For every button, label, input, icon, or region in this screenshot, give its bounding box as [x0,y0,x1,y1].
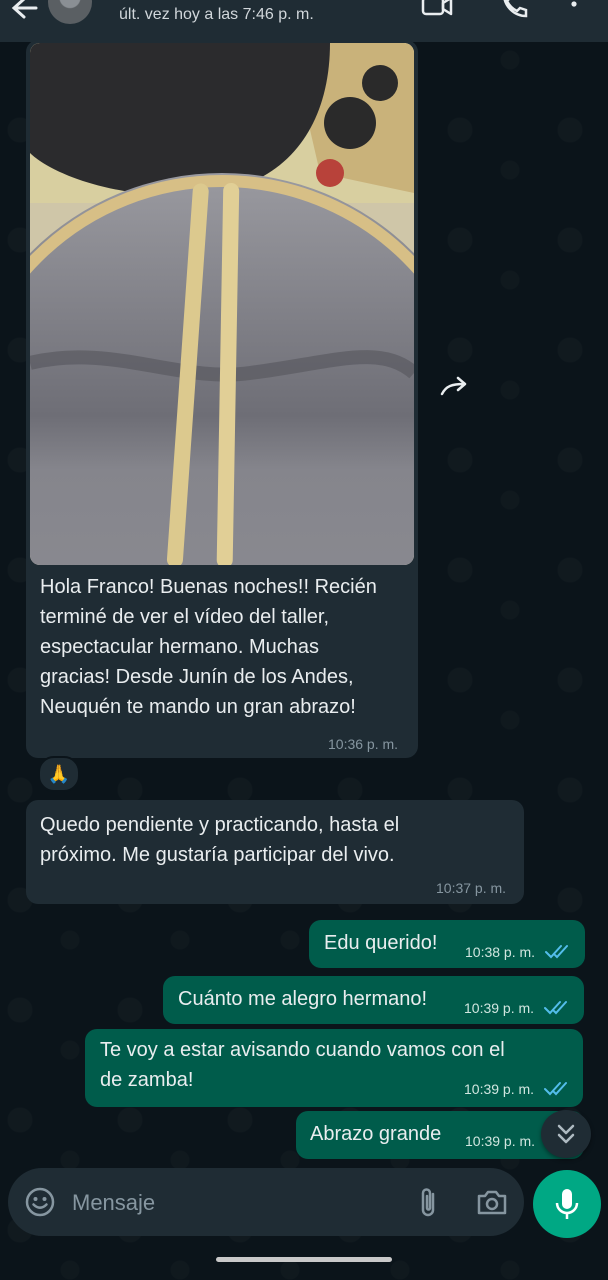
voice-message-button[interactable] [533,1170,601,1238]
message-composer [8,1168,524,1236]
camera-icon[interactable] [476,1188,508,1216]
drum-photo-illustration [30,43,414,565]
message-time: 10:36 p. m. [328,736,399,752]
message-time: 10:39 p. m. [464,1000,535,1016]
phone-icon[interactable] [498,0,530,18]
last-seen-status[interactable]: últ. vez hoy a las 7:46 p. m. [119,6,314,24]
read-ticks-icon [544,1082,567,1096]
outgoing-message[interactable]: Edu querido! 10:38 p. m. [309,920,585,968]
message-text: Cuánto me alegro hermano! [178,988,428,1010]
chat-header: últ. vez hoy a las 7:46 p. m. [0,0,608,42]
message-time: 10:39 p. m. [464,1081,535,1097]
video-call-icon[interactable] [421,0,453,18]
incoming-image-message[interactable]: Hola Franco! Buenas noches!! Recién term… [26,40,418,758]
message-time: 10:37 p. m. [436,880,507,896]
message-text: Abrazo grande [310,1123,442,1145]
outgoing-message[interactable]: Cuánto me alegro hermano! 10:39 p. m. [163,976,584,1024]
paperclip-icon[interactable] [416,1186,440,1220]
message-text: Edu querido! [324,932,438,954]
double-chevron-down-icon [557,1124,575,1144]
reaction-emoji: 🙏 [47,763,71,784]
microphone-icon [555,1189,579,1219]
message-text: Hola Franco! Buenas noches!! Recién term… [40,576,377,718]
incoming-text-message[interactable]: Quedo pendiente y practicando, hasta el … [26,800,524,904]
more-vert-icon[interactable] [566,0,582,18]
contact-avatar[interactable] [48,0,92,24]
scroll-to-bottom-button[interactable] [541,1110,591,1158]
outgoing-message[interactable]: Te voy a estar avisando cuando vamos con… [85,1029,583,1107]
emoji-icon[interactable] [24,1186,56,1218]
message-text: Quedo pendiente y practicando, hasta el … [40,814,400,866]
read-ticks-icon [544,1001,567,1015]
forward-icon[interactable] [434,368,476,410]
reaction-badge[interactable]: 🙏 [38,756,80,792]
read-ticks-icon [545,945,568,959]
message-input[interactable] [70,1184,404,1222]
message-photo[interactable] [30,43,414,565]
arrow-left-icon[interactable] [6,0,42,24]
message-time: 10:38 p. m. [465,944,536,960]
home-indicator[interactable] [216,1257,392,1262]
message-time: 10:39 p. m. [465,1133,536,1149]
